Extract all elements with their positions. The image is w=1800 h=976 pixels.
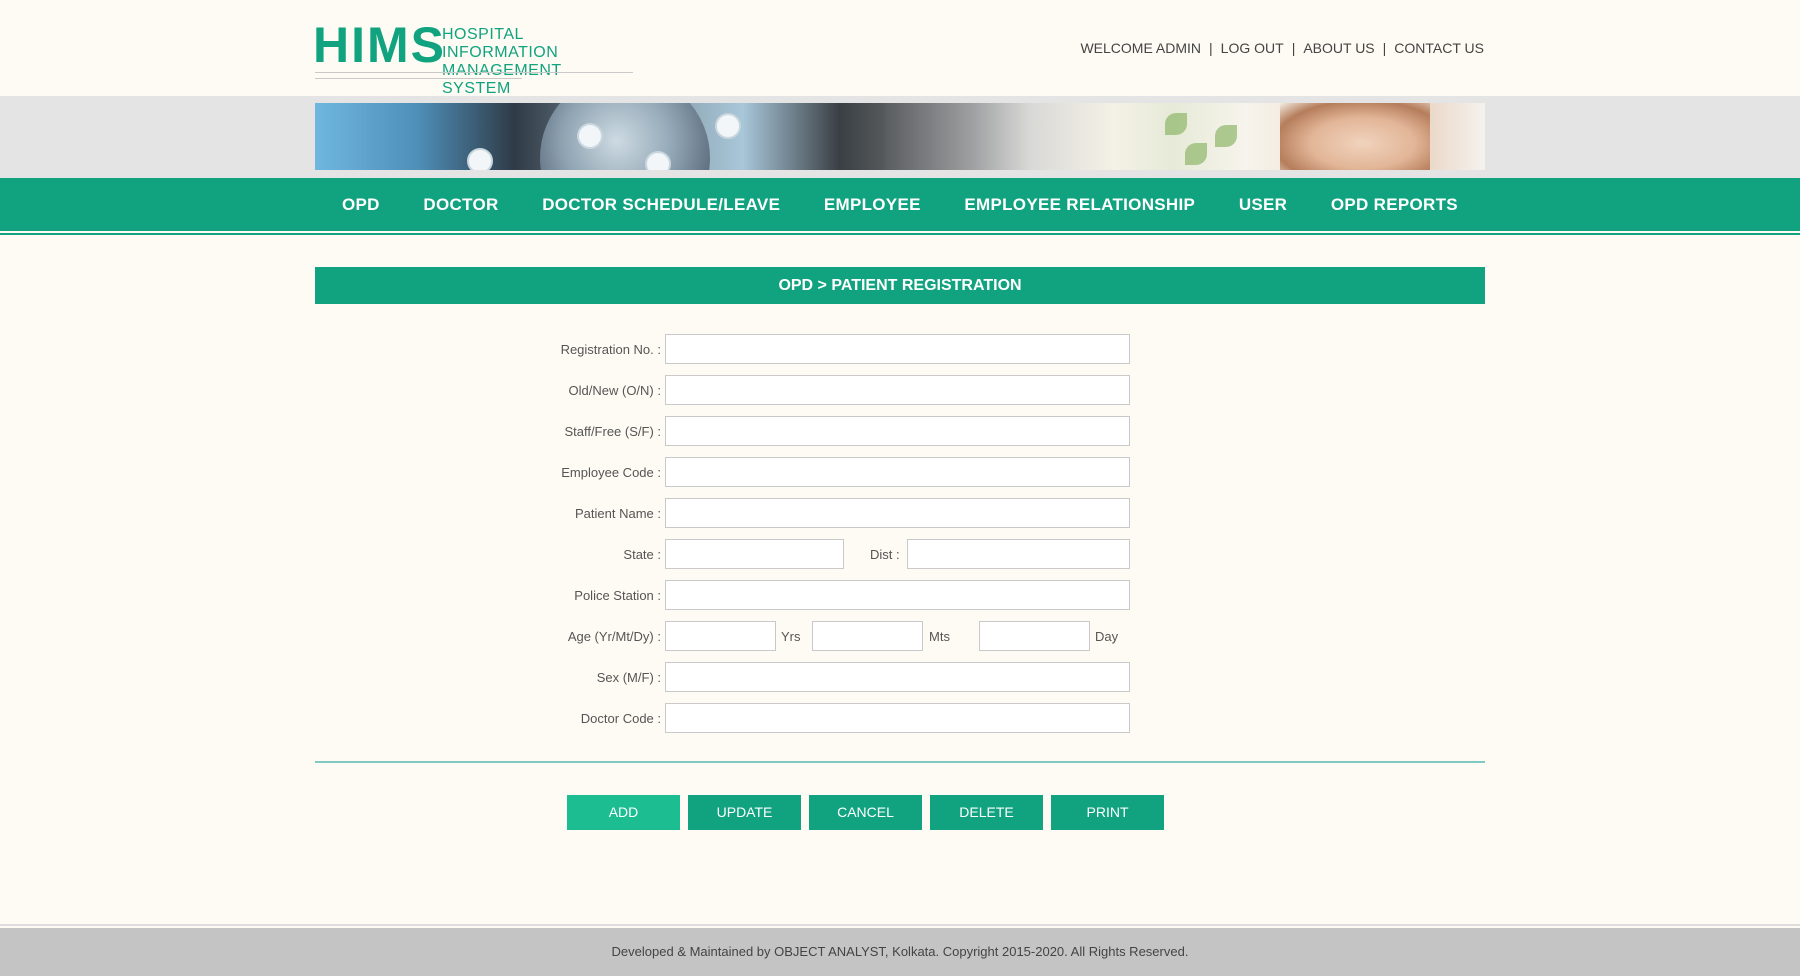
- form-row-age: Age (Yr/Mt/Dy) : Yrs Mts Day: [0, 621, 1800, 651]
- page-title: OPD > PATIENT REGISTRATION: [315, 267, 1485, 304]
- network-node-icon: [577, 123, 603, 149]
- form-row-registration-no: Registration No. :: [0, 334, 1800, 364]
- employee-code-label: Employee Code :: [561, 465, 661, 480]
- age-months-unit: Mts: [929, 629, 950, 644]
- form-row-patient-name: Patient Name :: [0, 498, 1800, 528]
- update-button[interactable]: UPDATE: [688, 795, 801, 830]
- nav-item-employee-relationship[interactable]: EMPLOYEE RELATIONSHIP: [964, 195, 1195, 215]
- form-divider: [315, 761, 1485, 763]
- age-years-input[interactable]: [665, 621, 776, 651]
- age-label: Age (Yr/Mt/Dy) :: [567, 629, 661, 644]
- globe-graphic: [540, 103, 710, 170]
- separator: |: [1291, 40, 1296, 56]
- old-new-input[interactable]: [665, 375, 1130, 405]
- operator-face-graphic: [1280, 103, 1430, 170]
- employee-code-input[interactable]: [665, 457, 1130, 487]
- nav-item-opd-reports[interactable]: OPD REPORTS: [1331, 195, 1458, 215]
- nav-item-doctor[interactable]: DOCTOR: [423, 195, 498, 215]
- network-node-icon: [715, 113, 741, 139]
- state-input[interactable]: [665, 539, 844, 569]
- nav-underline: [0, 233, 1800, 235]
- nav-item-opd[interactable]: OPD: [342, 195, 380, 215]
- dist-input[interactable]: [907, 539, 1130, 569]
- staff-free-input[interactable]: [665, 416, 1130, 446]
- doctor-code-input[interactable]: [665, 703, 1130, 733]
- network-node-icon: [467, 148, 493, 170]
- nav-item-employee[interactable]: EMPLOYEE: [824, 195, 921, 215]
- logout-link[interactable]: LOG OUT: [1221, 40, 1284, 56]
- print-button[interactable]: PRINT: [1051, 795, 1164, 830]
- footer: Developed & Maintained by OBJECT ANALYST…: [0, 928, 1800, 976]
- delete-button[interactable]: DELETE: [930, 795, 1043, 830]
- form-row-police-station: Police Station :: [0, 580, 1800, 610]
- header: HIMS HOSPITAL INFORMATION MANAGEMENT SYS…: [0, 0, 1800, 97]
- logo-line-2: MANAGEMENT SYSTEM: [442, 62, 562, 97]
- age-days-input[interactable]: [979, 621, 1090, 651]
- logo[interactable]: HIMS HOSPITAL INFORMATION MANAGEMENT SYS…: [313, 17, 633, 97]
- nav-item-user[interactable]: USER: [1239, 195, 1287, 215]
- form-row-sex: Sex (M/F) :: [0, 662, 1800, 692]
- staff-free-label: Staff/Free (S/F) :: [564, 424, 661, 439]
- form-row-state-dist: State : Dist :: [0, 539, 1800, 569]
- logo-underline: [315, 72, 633, 73]
- patient-name-label: Patient Name :: [575, 506, 661, 521]
- banner-network-image: [315, 103, 885, 170]
- doctor-code-label: Doctor Code :: [580, 711, 661, 726]
- leaf-graphic: [1185, 143, 1207, 165]
- age-months-input[interactable]: [812, 621, 923, 651]
- logo-underline-short: [315, 78, 522, 79]
- form-row-old-new: Old/New (O/N) :: [0, 375, 1800, 405]
- welcome-text: WELCOME ADMIN: [1080, 40, 1202, 56]
- registration-no-label: Registration No. :: [560, 342, 661, 357]
- form-row-staff-free: Staff/Free (S/F) :: [0, 416, 1800, 446]
- nav-items: OPD DOCTOR DOCTOR SCHEDULE/LEAVE EMPLOYE…: [315, 178, 1485, 231]
- old-new-label: Old/New (O/N) :: [568, 383, 661, 398]
- patient-name-input[interactable]: [665, 498, 1130, 528]
- form-row-employee-code: Employee Code :: [0, 457, 1800, 487]
- dist-label: Dist :: [870, 547, 900, 562]
- main-nav: OPD DOCTOR DOCTOR SCHEDULE/LEAVE EMPLOYE…: [0, 178, 1800, 231]
- police-station-label: Police Station :: [574, 588, 661, 603]
- logo-text: HOSPITAL INFORMATION MANAGEMENT SYSTEM: [442, 26, 633, 98]
- separator: |: [1382, 40, 1387, 56]
- add-button[interactable]: ADD: [567, 795, 680, 830]
- form-row-doctor-code: Doctor Code :: [0, 703, 1800, 733]
- leaf-graphic: [1215, 125, 1237, 147]
- logo-mark: HIMS: [313, 17, 446, 73]
- network-node-icon: [645, 151, 671, 170]
- footer-line: [0, 924, 1800, 926]
- leaf-graphic: [1165, 113, 1187, 135]
- sex-label: Sex (M/F) :: [596, 670, 661, 685]
- contact-link[interactable]: CONTACT US: [1394, 40, 1484, 56]
- registration-no-input[interactable]: [665, 334, 1130, 364]
- banner-image: [315, 103, 1485, 170]
- age-years-unit: Yrs: [781, 629, 801, 644]
- top-links: WELCOME ADMIN | LOG OUT | ABOUT US | CON…: [1080, 40, 1484, 56]
- separator: |: [1209, 40, 1213, 56]
- police-station-input[interactable]: [665, 580, 1130, 610]
- state-label: State :: [623, 547, 661, 562]
- about-link[interactable]: ABOUT US: [1303, 40, 1374, 56]
- cancel-button[interactable]: CANCEL: [809, 795, 922, 830]
- sex-input[interactable]: [665, 662, 1130, 692]
- nav-item-doctor-schedule[interactable]: DOCTOR SCHEDULE/LEAVE: [542, 195, 780, 215]
- logo-line-1: HOSPITAL INFORMATION: [442, 26, 559, 61]
- age-days-unit: Day: [1095, 629, 1119, 644]
